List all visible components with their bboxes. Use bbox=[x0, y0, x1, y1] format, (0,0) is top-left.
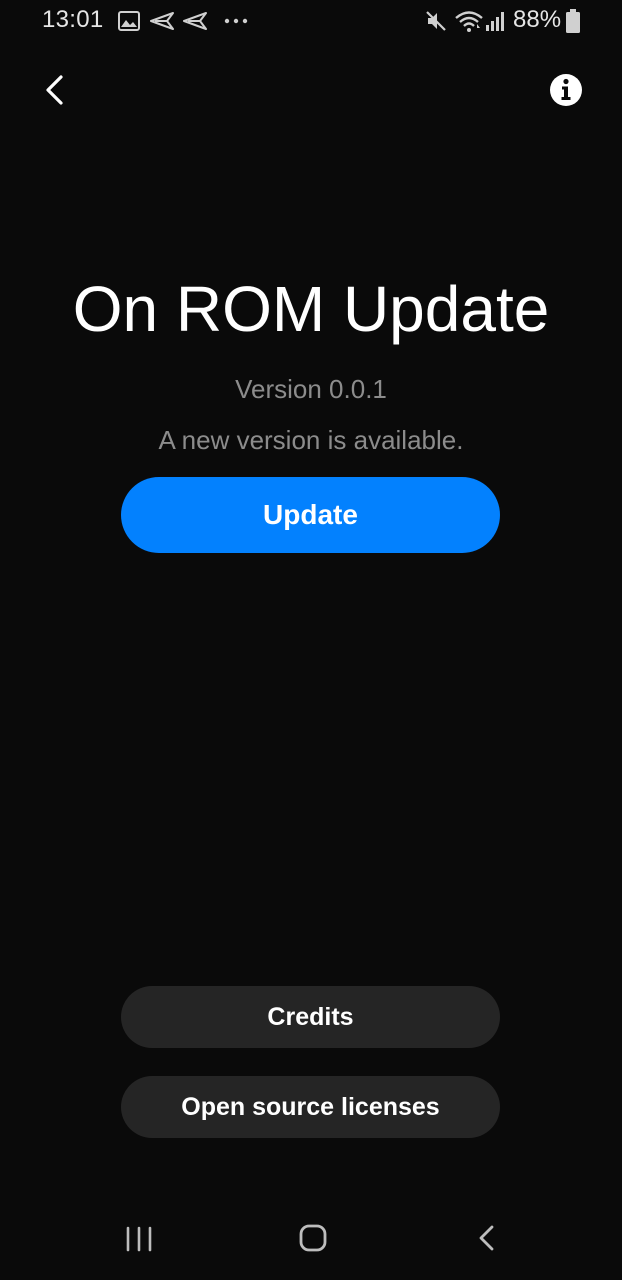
update-button[interactable]: Update bbox=[121, 477, 500, 553]
home-icon bbox=[299, 1224, 327, 1252]
battery-percentage: 88% bbox=[513, 6, 562, 33]
more-icon bbox=[224, 18, 248, 24]
credits-button[interactable]: Credits bbox=[121, 986, 500, 1048]
send-icon bbox=[183, 12, 207, 30]
signal-icon bbox=[486, 12, 504, 31]
image-icon bbox=[118, 11, 140, 31]
version-text: Version 0.0.1 bbox=[235, 374, 387, 404]
open-source-licenses-button[interactable]: Open source licenses bbox=[121, 1076, 500, 1138]
app-title: On ROM Update bbox=[72, 273, 550, 345]
chevron-left-icon bbox=[46, 75, 63, 105]
back-button[interactable] bbox=[34, 66, 78, 114]
status-time: 13:01 bbox=[42, 6, 104, 33]
recents-icon bbox=[126, 1226, 152, 1252]
wifi-icon bbox=[455, 11, 483, 32]
battery-icon bbox=[566, 9, 580, 33]
nav-back-button[interactable] bbox=[463, 1218, 511, 1258]
info-button[interactable] bbox=[546, 70, 586, 110]
home-button[interactable] bbox=[289, 1218, 337, 1258]
navigation-bar bbox=[0, 1200, 622, 1280]
recents-button[interactable] bbox=[115, 1218, 163, 1258]
info-icon bbox=[550, 74, 582, 106]
status-bar: 13:01 88% bbox=[0, 0, 622, 44]
back-icon bbox=[479, 1225, 494, 1251]
update-status-text: A new version is available. bbox=[158, 425, 464, 455]
send-icon bbox=[150, 12, 174, 30]
mute-icon bbox=[426, 11, 446, 31]
